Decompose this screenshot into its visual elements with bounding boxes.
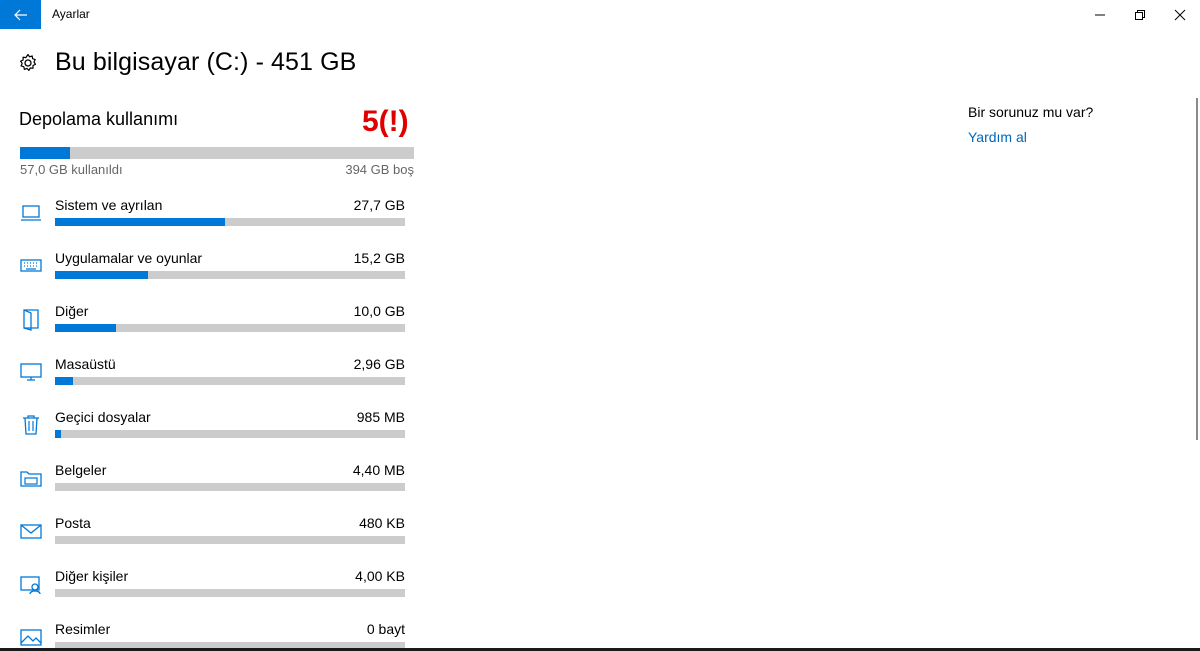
category-size: 985 MB	[356, 409, 405, 425]
restore-icon	[1135, 9, 1145, 20]
laptop-icon	[19, 201, 43, 225]
category-usage-fill	[55, 377, 73, 385]
gear-icon	[20, 53, 37, 71]
category-usage-fill	[55, 324, 116, 332]
section-title: Depolama kullanımı	[19, 109, 179, 129]
category-name: Diğer	[55, 303, 89, 319]
total-usage-bar	[20, 147, 414, 159]
keyboard-icon	[19, 254, 43, 278]
category-size: 480 KB	[359, 515, 405, 531]
category-usage-bar	[55, 271, 405, 279]
category-name: Belgeler	[55, 462, 107, 478]
category-usage-bar	[55, 218, 405, 226]
category-size: 2,96 GB	[353, 356, 405, 372]
category-usage-bar	[55, 324, 405, 332]
category-usage-bar	[55, 483, 405, 491]
other-people-icon	[19, 572, 43, 596]
category-row[interactable]: Diğer kişiler 4,00 KB	[0, 568, 420, 621]
category-size: 27,7 GB	[353, 197, 405, 213]
category-usage-bar	[55, 430, 405, 438]
page-header: Bu bilgisayar (C:) - 451 GB	[18, 48, 356, 77]
mail-icon	[19, 519, 43, 543]
category-size: 4,00 KB	[355, 568, 405, 584]
window-title: Ayarlar	[52, 7, 90, 21]
category-usage-bar	[55, 589, 405, 597]
category-name: Posta	[55, 515, 91, 531]
category-name: Diğer kişiler	[55, 568, 129, 584]
category-name: Sistem ve ayrılan	[55, 197, 163, 213]
category-row[interactable]: Resimler 0 bayt	[0, 621, 420, 651]
category-row[interactable]: Belgeler 4,40 MB	[0, 462, 420, 515]
restore-button[interactable]	[1120, 0, 1160, 29]
category-row[interactable]: Masaüstü 2,96 GB	[0, 356, 420, 409]
category-row[interactable]: Posta 480 KB	[0, 515, 420, 568]
close-icon	[1174, 9, 1186, 20]
minimize-button[interactable]	[1080, 0, 1120, 29]
category-size: 4,40 MB	[352, 462, 405, 478]
back-arrow-icon	[13, 9, 27, 20]
category-row[interactable]: Geçici dosyalar 985 MB	[0, 409, 420, 462]
monitor-icon	[19, 360, 43, 384]
documents-icon	[19, 466, 43, 490]
trash-icon	[19, 413, 43, 437]
minimize-icon	[1095, 14, 1105, 15]
category-row[interactable]: Uygulamalar ve oyunlar 15,2 GB	[0, 250, 420, 303]
category-row[interactable]: Diğer 10,0 GB	[0, 303, 420, 356]
category-name: Geçici dosyalar	[55, 409, 151, 425]
category-name: Resimler	[55, 621, 111, 637]
get-help-link[interactable]: Yardım al	[968, 129, 1027, 145]
category-usage-bar	[55, 377, 405, 385]
total-usage-fill	[20, 147, 70, 159]
category-row[interactable]: Sistem ve ayrılan 27,7 GB	[0, 197, 420, 250]
category-usage-fill	[55, 430, 61, 438]
back-button[interactable]	[0, 0, 41, 29]
used-label: 57,0 GB kullanıldı	[20, 162, 123, 177]
category-name: Masaüstü	[55, 356, 116, 372]
folder-door-icon	[19, 307, 43, 331]
title-bar: Ayarlar	[0, 0, 1200, 29]
annotation-marker: 5(!)	[362, 105, 409, 138]
category-size: 0 bayt	[366, 621, 405, 637]
pictures-icon	[19, 625, 43, 649]
free-label: 394 GB boş	[345, 162, 414, 177]
category-size: 10,0 GB	[353, 303, 405, 319]
category-name: Uygulamalar ve oyunlar	[55, 250, 203, 266]
close-button[interactable]	[1160, 0, 1200, 29]
category-usage-bar	[55, 536, 405, 544]
category-usage-fill	[55, 271, 148, 279]
help-question: Bir sorunuz mu var?	[968, 104, 1094, 120]
category-size: 15,2 GB	[353, 250, 405, 266]
category-usage-fill	[55, 218, 225, 226]
scrollbar[interactable]	[1196, 98, 1198, 440]
page-title: Bu bilgisayar (C:) - 451 GB	[55, 48, 357, 76]
